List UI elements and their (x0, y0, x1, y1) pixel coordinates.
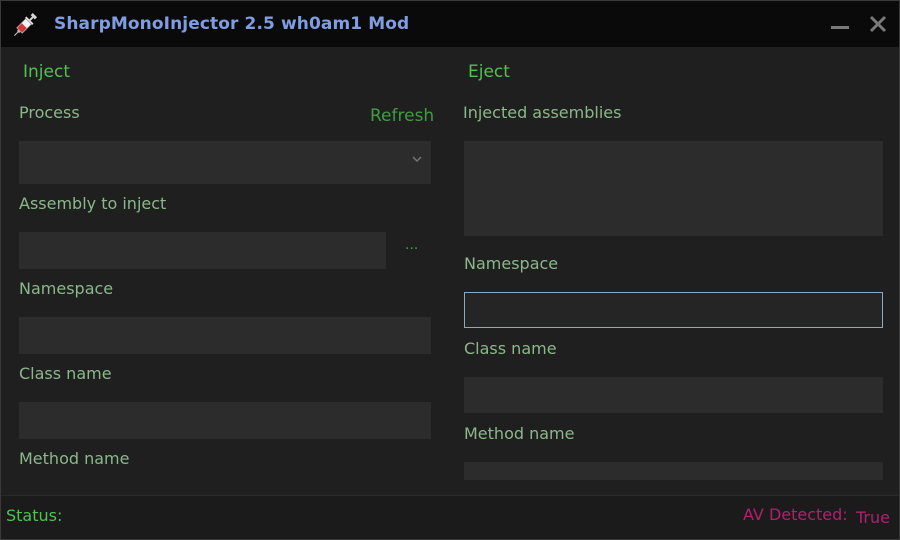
eject-header: Eject (468, 62, 510, 82)
eject-method-input[interactable] (464, 462, 883, 480)
refresh-button[interactable]: Refresh (370, 106, 434, 126)
eject-class-input[interactable] (464, 377, 883, 413)
minimize-button[interactable] (827, 11, 853, 37)
process-dropdown[interactable] (19, 141, 431, 184)
minimize-icon (831, 26, 849, 29)
main-content: Inject Process Refresh Assembly to injec… (1, 47, 899, 495)
process-label: Process (19, 103, 80, 122)
close-icon (869, 15, 887, 33)
eject-class-label: Class name (464, 339, 557, 358)
eject-namespace-label: Namespace (464, 254, 559, 273)
inject-class-label: Class name (19, 364, 112, 383)
main-window: SharpMonoInjector 2.5 wh0am1 Mod Inject … (0, 0, 900, 540)
av-detected-value: True (856, 508, 890, 527)
syringe-icon (14, 12, 38, 36)
title-bar[interactable]: SharpMonoInjector 2.5 wh0am1 Mod (1, 1, 899, 47)
inject-method-label: Method name (19, 449, 130, 468)
status-label: Status: (6, 506, 63, 525)
inject-class-input[interactable] (19, 402, 431, 439)
eject-namespace-input[interactable] (464, 292, 883, 328)
browse-button[interactable]: ... (405, 237, 418, 253)
inject-header: Inject (23, 62, 70, 82)
injected-assemblies-list[interactable] (464, 141, 883, 236)
assembly-label: Assembly to inject (19, 194, 167, 213)
injected-assemblies-label: Injected assemblies (463, 103, 622, 122)
status-bar: Status: AV Detected: True (1, 495, 899, 539)
close-button[interactable] (865, 11, 891, 37)
assembly-path-input[interactable] (19, 232, 386, 269)
inject-namespace-label: Namespace (19, 279, 114, 298)
inject-namespace-input[interactable] (19, 317, 431, 354)
av-detected-label: AV Detected: (743, 505, 848, 524)
eject-method-label: Method name (464, 424, 575, 443)
window-title: SharpMonoInjector 2.5 wh0am1 Mod (54, 14, 410, 34)
chevron-down-icon (412, 156, 422, 162)
